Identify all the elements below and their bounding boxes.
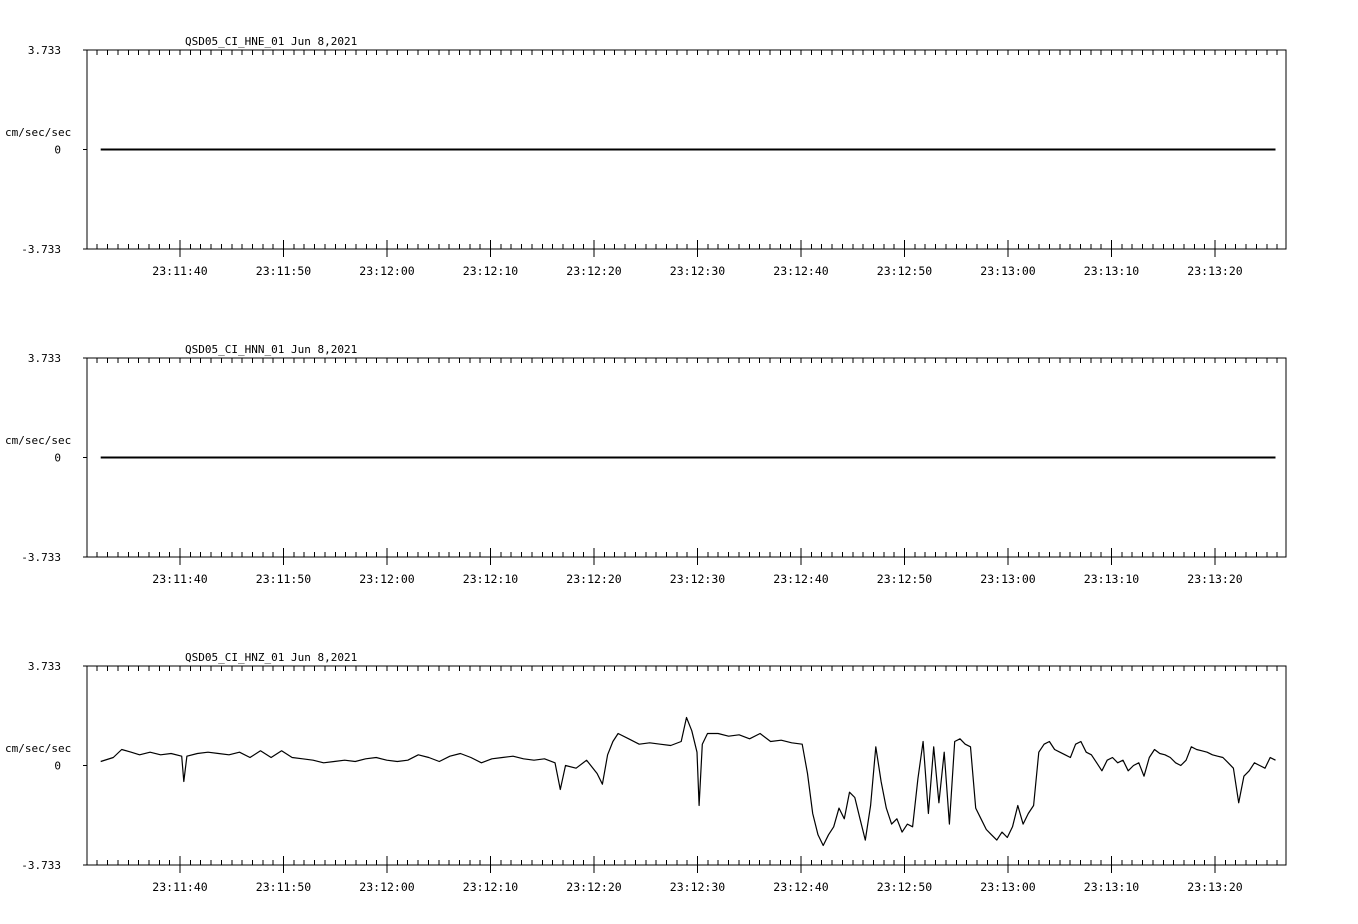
x-tick-label: 23:12:40 (773, 572, 828, 586)
x-tick-label: 23:12:40 (773, 880, 828, 894)
x-tick-label: 23:11:50 (256, 572, 311, 586)
x-tick-label: 23:12:30 (670, 880, 725, 894)
x-tick-label: 23:13:10 (1084, 572, 1139, 586)
x-tick-label: 23:13:00 (980, 264, 1035, 278)
x-tick-label: 23:13:20 (1187, 572, 1242, 586)
x-tick-label: 23:12:20 (566, 264, 621, 278)
x-tick-label: 23:13:20 (1187, 880, 1242, 894)
x-tick-label: 23:12:50 (877, 880, 932, 894)
chart-title: QSD05_CI_HNZ_01 Jun 8,2021 (185, 651, 357, 664)
waveform-trace (100, 716, 1276, 847)
y-axis-label: cm/sec/sec (5, 126, 71, 139)
x-tick-label: 23:12:50 (877, 572, 932, 586)
x-tick-label: 23:13:00 (980, 572, 1035, 586)
y-tick-label: 0 (54, 760, 61, 773)
x-tick-label: 23:13:20 (1187, 264, 1242, 278)
chart-title: QSD05_CI_HNN_01 Jun 8,2021 (185, 343, 357, 356)
chart-title: QSD05_CI_HNE_01 Jun 8,2021 (185, 35, 357, 48)
x-tick-label: 23:12:00 (359, 264, 414, 278)
y-tick-label: -3.733 (21, 243, 61, 256)
x-tick-label: 23:13:10 (1084, 880, 1139, 894)
y-tick-label: 0 (54, 144, 61, 157)
x-tick-label: 23:12:40 (773, 264, 828, 278)
x-tick-label: 23:11:50 (256, 880, 311, 894)
x-tick-label: 23:13:00 (980, 880, 1035, 894)
y-axis-label: cm/sec/sec (5, 742, 71, 755)
x-tick-label: 23:12:30 (670, 264, 725, 278)
x-tick-label: 23:11:40 (152, 572, 207, 586)
x-tick-label: 23:12:00 (359, 572, 414, 586)
y-tick-label: 3.733 (28, 660, 61, 673)
panel-2: QSD05_CI_HNN_01 Jun 8,2021 3.733 0 -3.733 cm… (5, 343, 1287, 586)
y-tick-label: 0 (54, 452, 61, 465)
x-tick-label: 23:12:10 (463, 880, 518, 894)
seismogram-figure: QSD05_CI_HNE_01 Jun 8,2021 3.733 0 -3.733 cm… (5, 35, 1287, 894)
panel-3: QSD05_CI_HNZ_01 Jun 8,2021 3.733 0 -3.733 cm… (5, 651, 1287, 894)
x-tick-label: 23:12:00 (359, 880, 414, 894)
x-tick-label: 23:13:10 (1084, 264, 1139, 278)
x-tick-label: 23:12:30 (670, 572, 725, 586)
x-tick-label: 23:12:50 (877, 264, 932, 278)
y-tick-label: 3.733 (28, 352, 61, 365)
plot-frame (86, 665, 1287, 866)
panel-1: QSD05_CI_HNE_01 Jun 8,2021 3.733 0 -3.733 cm… (5, 35, 1287, 278)
y-axis-label: cm/sec/sec (5, 434, 71, 447)
x-tick-label: 23:11:50 (256, 264, 311, 278)
y-tick-label: 3.733 (28, 44, 61, 57)
x-tick-label: 23:11:40 (152, 880, 207, 894)
x-tick-label: 23:12:20 (566, 880, 621, 894)
x-tick-label: 23:12:10 (463, 572, 518, 586)
y-tick-label: -3.733 (21, 551, 61, 564)
y-tick-label: -3.733 (21, 859, 61, 872)
x-tick-label: 23:12:10 (463, 264, 518, 278)
x-tick-label: 23:11:40 (152, 264, 207, 278)
x-tick-label: 23:12:20 (566, 572, 621, 586)
